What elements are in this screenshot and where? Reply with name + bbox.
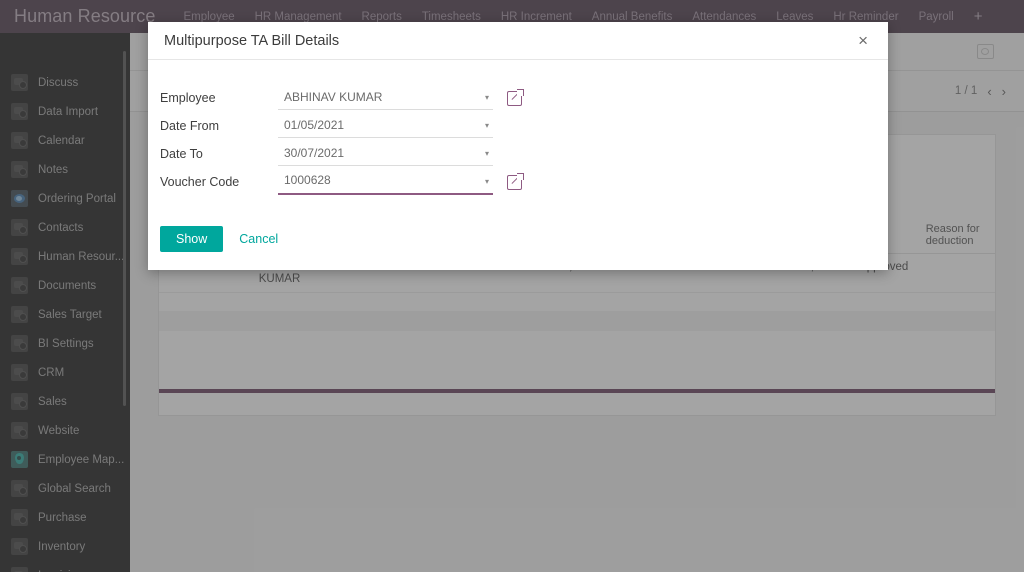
- cancel-button[interactable]: Cancel: [231, 226, 286, 252]
- employee-input[interactable]: [278, 89, 493, 106]
- date-from-label: Date From: [160, 119, 220, 133]
- date-from-input[interactable]: [278, 117, 493, 134]
- external-link-icon[interactable]: [507, 88, 524, 106]
- voucher-code-field[interactable]: ▾: [278, 170, 493, 195]
- form-row-date-from: Date From ▾: [148, 112, 888, 140]
- chevron-down-icon[interactable]: ▾: [485, 122, 489, 130]
- date-from-field[interactable]: ▾: [278, 114, 493, 138]
- dialog-header: Multipurpose TA Bill Details ×: [148, 22, 888, 60]
- dialog-footer: Show Cancel: [148, 226, 888, 270]
- chevron-down-icon[interactable]: ▾: [485, 177, 489, 186]
- dialog-title: Multipurpose TA Bill Details: [164, 32, 340, 49]
- date-to-label: Date To: [160, 147, 203, 161]
- dialog-body: Employee ▾ Date From ▾ Date To ▾ Voucher Code ▾: [148, 60, 888, 226]
- chevron-down-icon[interactable]: ▾: [485, 150, 489, 158]
- voucher-code-input[interactable]: [278, 173, 493, 189]
- close-icon[interactable]: ×: [854, 30, 872, 51]
- chevron-down-icon[interactable]: ▾: [485, 94, 489, 102]
- employee-field[interactable]: ▾: [278, 86, 493, 110]
- form-row-voucher-code: Voucher Code ▾: [148, 168, 888, 196]
- form-row-employee: Employee ▾: [148, 84, 888, 112]
- voucher-code-label: Voucher Code: [160, 175, 240, 189]
- external-link-icon[interactable]: [507, 172, 524, 190]
- form-row-date-to: Date To ▾: [148, 140, 888, 168]
- employee-label: Employee: [160, 91, 216, 105]
- date-to-input[interactable]: [278, 145, 493, 162]
- multipurpose-ta-bill-details-dialog: Multipurpose TA Bill Details × Employee ▾…: [148, 22, 888, 270]
- show-button[interactable]: Show: [160, 226, 224, 252]
- date-to-field[interactable]: ▾: [278, 142, 493, 166]
